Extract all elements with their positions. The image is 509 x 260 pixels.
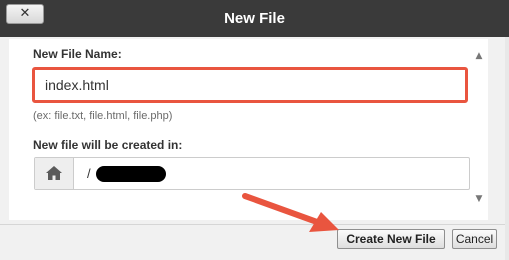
directory-label: New file will be created in: bbox=[33, 138, 183, 152]
directory-path: / bbox=[87, 166, 91, 181]
file-name-label: New File Name: bbox=[33, 47, 122, 61]
dialog-title: New File bbox=[224, 10, 285, 27]
file-name-hint: (ex: file.txt, file.html, file.php) bbox=[33, 110, 173, 122]
scrollbar[interactable]: ▲ ▼ bbox=[470, 39, 488, 220]
create-new-file-button[interactable]: Create New File bbox=[337, 229, 445, 249]
scroll-down-icon[interactable]: ▼ bbox=[474, 194, 484, 204]
file-name-field bbox=[32, 67, 468, 103]
annotation-arrow bbox=[242, 193, 339, 232]
new-file-dialog: ✕ New File ▲ ▼ New File Name: (ex: file.… bbox=[0, 0, 509, 260]
window-edge bbox=[505, 37, 509, 260]
title-bar: ✕ New File bbox=[0, 0, 509, 37]
file-name-input[interactable] bbox=[45, 75, 445, 95]
redacted-path-segment bbox=[96, 166, 166, 182]
cancel-button[interactable]: Cancel bbox=[452, 229, 497, 249]
home-icon bbox=[46, 166, 62, 180]
home-addon bbox=[35, 158, 74, 189]
directory-field[interactable]: / bbox=[34, 157, 470, 190]
scroll-up-icon[interactable]: ▲ bbox=[474, 51, 484, 61]
